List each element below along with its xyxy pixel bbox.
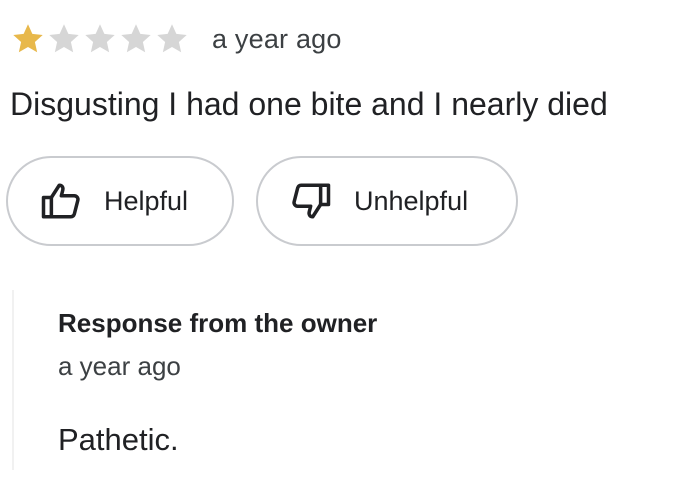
- review-card: a year ago Disgusting I had one bite and…: [0, 0, 700, 496]
- review-text: Disgusting I had one bite and I nearly d…: [10, 86, 608, 122]
- review-date: a year ago: [212, 23, 342, 54]
- star-empty-icon: [82, 21, 118, 57]
- owner-response-divider: [12, 290, 14, 470]
- thumbs-up-icon: [40, 180, 82, 222]
- thumbs-down-icon: [290, 180, 332, 222]
- rating-row: a year ago: [10, 18, 342, 60]
- star-empty-icon: [154, 21, 190, 57]
- star-filled-icon: [10, 21, 46, 57]
- unhelpful-button[interactable]: Unhelpful: [256, 156, 518, 246]
- owner-response-date: a year ago: [58, 351, 181, 381]
- unhelpful-label: Unhelpful: [354, 185, 469, 216]
- star-empty-icon: [46, 21, 82, 57]
- owner-response: Response from the owner a year ago Pathe…: [58, 308, 377, 458]
- owner-response-title: Response from the owner: [58, 308, 378, 338]
- review-actions: Helpful Unhelpful: [6, 156, 518, 246]
- helpful-button[interactable]: Helpful: [6, 156, 234, 246]
- star-rating: [10, 21, 190, 57]
- helpful-label: Helpful: [104, 185, 189, 216]
- owner-response-text: Pathetic.: [58, 422, 179, 457]
- star-empty-icon: [118, 21, 154, 57]
